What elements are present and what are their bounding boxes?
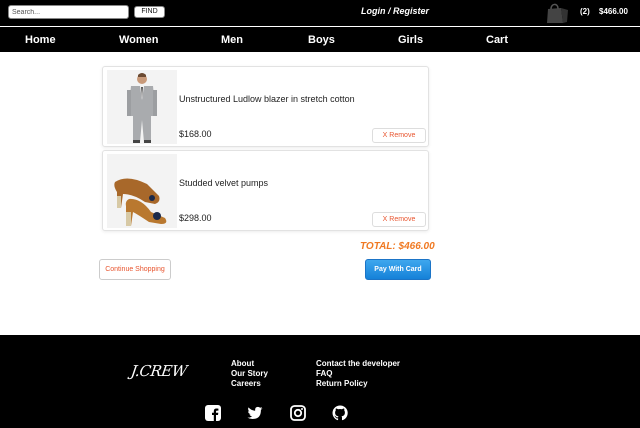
nav-item-cart[interactable]: Cart (486, 34, 508, 46)
nav-item-women[interactable]: Women (119, 34, 159, 46)
instagram-icon[interactable] (290, 405, 306, 421)
continue-shopping-button[interactable]: Continue Shopping (99, 259, 171, 280)
item-name: Studded velvet pumps (179, 178, 269, 188)
footer-link-our-story[interactable]: Our Story (231, 369, 268, 379)
footer-link-return-policy[interactable]: Return Policy (316, 379, 368, 389)
shopping-bag-icon[interactable] (545, 2, 571, 24)
twitter-icon[interactable] (247, 405, 263, 421)
remove-button[interactable]: X Remove (372, 128, 426, 143)
nav-item-men[interactable]: Men (221, 34, 243, 46)
remove-button[interactable]: X Remove (372, 212, 426, 227)
footer-link-faq[interactable]: FAQ (316, 369, 332, 379)
pay-with-card-button[interactable]: Pay With Card (365, 259, 431, 280)
cart-item: Studded velvet pumps $298.00 X Remove (102, 150, 429, 231)
cart-total: TOTAL: $466.00 (360, 241, 435, 252)
footer-link-careers[interactable]: Careers (231, 379, 261, 389)
product-image-blazer[interactable] (107, 70, 177, 144)
cart-item: Unstructured Ludlow blazer in stretch co… (102, 66, 429, 147)
item-name: Unstructured Ludlow blazer in stretch co… (179, 94, 355, 104)
item-price: $168.00 (179, 129, 212, 139)
nav-item-boys[interactable]: Boys (308, 34, 335, 46)
item-price: $298.00 (179, 213, 212, 223)
footer-logo[interactable]: J.CREW (130, 362, 188, 380)
footer: J.CREW About Our Story Careers Contact t… (0, 335, 640, 428)
cart-count: (2) (580, 7, 590, 16)
top-bar: FIND Login / Register (2) $466.00 (0, 0, 640, 26)
main-nav: Home Women Men Boys Girls Cart (0, 27, 640, 52)
github-icon[interactable] (332, 405, 348, 421)
footer-link-contact[interactable]: Contact the developer (316, 359, 400, 369)
nav-item-girls[interactable]: Girls (398, 34, 423, 46)
cart-total-header: $466.00 (599, 7, 628, 16)
login-register-link[interactable]: Login / Register (361, 6, 429, 16)
footer-link-about[interactable]: About (231, 359, 254, 369)
find-button[interactable]: FIND (134, 6, 165, 18)
facebook-icon[interactable] (205, 405, 221, 421)
search-input[interactable] (8, 5, 129, 19)
nav-item-home[interactable]: Home (25, 34, 56, 46)
product-image-pumps[interactable] (107, 154, 177, 228)
